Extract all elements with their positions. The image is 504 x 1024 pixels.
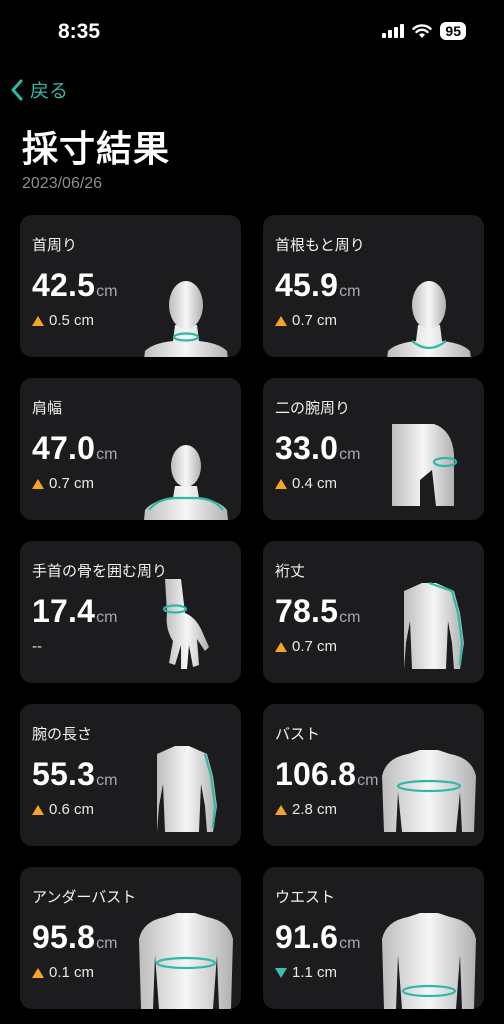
measurement-card-underbust[interactable]: アンダーバスト 95.8 cm 0.1 cm xyxy=(20,867,241,1009)
trend-up-icon xyxy=(32,478,44,489)
card-change: 0.7 cm xyxy=(275,638,337,655)
card-label: 腕の長さ xyxy=(32,725,93,743)
card-label: 首根もと周り xyxy=(275,236,365,254)
status-time: 8:35 xyxy=(58,20,101,43)
card-change: 0.6 cm xyxy=(32,801,94,818)
card-value: 95.8 xyxy=(32,919,96,955)
change-value: 0.1 cm xyxy=(49,964,95,981)
card-value-row: 78.5 cm xyxy=(275,593,360,630)
sleeve-length-figure-icon xyxy=(404,581,464,669)
underbust-figure-icon xyxy=(139,913,233,1009)
change-value: 0.7 cm xyxy=(292,638,338,655)
measurement-date: 2023/06/26 xyxy=(22,175,103,192)
measurement-card-neck-base[interactable]: 首根もと周り 45.9 cm 0.7 cm xyxy=(263,215,484,357)
neck-figure-icon xyxy=(144,281,228,357)
page-title: 採寸結果 xyxy=(22,129,171,170)
trend-up-icon xyxy=(275,478,287,489)
card-label: アンダーバスト xyxy=(32,888,137,906)
card-value-row: 95.8 cm xyxy=(32,919,117,956)
change-value: 0.7 cm xyxy=(292,312,338,329)
card-value-row: 33.0 cm xyxy=(275,430,360,467)
card-unit: cm xyxy=(339,935,361,952)
card-value: 91.6 xyxy=(275,919,339,955)
card-label: バスト xyxy=(275,725,321,743)
measurement-card-upper-arm[interactable]: 二の腕周り 33.0 cm 0.4 cm xyxy=(263,378,484,520)
back-label: 戻る xyxy=(30,80,69,102)
measurement-card-waist[interactable]: ウエスト 91.6 cm 1.1 cm xyxy=(263,867,484,1009)
card-unit: cm xyxy=(96,609,118,626)
trend-up-icon xyxy=(32,804,44,815)
card-unit: cm xyxy=(339,609,361,626)
card-change: 2.8 cm xyxy=(275,801,337,818)
card-value: 55.3 xyxy=(32,756,96,792)
status-bar: 8:35 95 xyxy=(0,0,504,60)
card-unit: cm xyxy=(96,772,118,789)
card-unit: cm xyxy=(339,283,361,300)
card-value-row: 55.3 cm xyxy=(32,756,117,793)
card-value: 106.8 xyxy=(275,756,357,792)
card-change: 0.4 cm xyxy=(275,475,337,492)
card-value-row: 17.4 cm xyxy=(32,593,117,630)
card-value: 45.9 xyxy=(275,267,339,303)
card-value: 78.5 xyxy=(275,593,339,629)
trend-up-icon xyxy=(32,315,44,326)
card-value: 42.5 xyxy=(32,267,96,303)
waist-figure-icon xyxy=(382,913,476,1009)
measurement-card-shoulder[interactable]: 肩幅 47.0 cm 0.7 cm xyxy=(20,378,241,520)
card-unit: cm xyxy=(96,446,118,463)
measurement-grid: 首周り 42.5 cm 0.5 cm 首根もと周り 45.9 cm 0.7 cm xyxy=(20,215,484,1009)
card-unit: cm xyxy=(96,935,118,952)
battery-level: 95 xyxy=(440,22,466,40)
neck-base-figure-icon xyxy=(387,281,471,357)
shoulder-figure-icon xyxy=(144,445,228,520)
card-value-row: 42.5 cm xyxy=(32,267,117,304)
card-change: 1.1 cm xyxy=(275,964,337,981)
back-button[interactable]: 戻る xyxy=(10,76,68,103)
trend-up-icon xyxy=(275,804,287,815)
card-label: 二の腕周り xyxy=(275,399,351,417)
change-value: 0.5 cm xyxy=(49,312,95,329)
measurement-card-arm-length[interactable]: 腕の長さ 55.3 cm 0.6 cm xyxy=(20,704,241,846)
change-value: -- xyxy=(32,638,42,655)
card-change: 0.5 cm xyxy=(32,312,94,329)
bust-figure-icon xyxy=(382,750,476,832)
measurement-card-neck[interactable]: 首周り 42.5 cm 0.5 cm xyxy=(20,215,241,357)
card-value-row: 106.8 cm xyxy=(275,756,378,793)
card-unit: cm xyxy=(339,446,361,463)
change-value: 1.1 cm xyxy=(292,964,338,981)
card-value-row: 91.6 cm xyxy=(275,919,360,956)
arm-length-figure-icon xyxy=(157,746,217,832)
card-change: 0.1 cm xyxy=(32,964,94,981)
card-label: 裄丈 xyxy=(275,562,306,580)
card-value-row: 45.9 cm xyxy=(275,267,360,304)
wifi-icon xyxy=(412,23,433,38)
measurement-card-bust[interactable]: バスト 106.8 cm 2.8 cm xyxy=(263,704,484,846)
card-label: ウエスト xyxy=(275,888,336,906)
measurement-card-sleeve-length[interactable]: 裄丈 78.5 cm 0.7 cm xyxy=(263,541,484,683)
card-change: 0.7 cm xyxy=(275,312,337,329)
wrist-figure-icon xyxy=(162,579,209,669)
change-value: 0.4 cm xyxy=(292,475,338,492)
card-value: 17.4 xyxy=(32,593,96,629)
card-change: 0.7 cm xyxy=(32,475,94,492)
chevron-left-icon xyxy=(11,79,23,100)
signal-icon xyxy=(382,24,405,38)
status-icons: 95 xyxy=(382,22,466,40)
change-value: 0.7 cm xyxy=(49,475,95,492)
upper-arm-figure-icon xyxy=(392,424,458,506)
card-value-row: 47.0 cm xyxy=(32,430,117,467)
card-unit: cm xyxy=(96,283,118,300)
card-value: 47.0 xyxy=(32,430,96,466)
change-value: 2.8 cm xyxy=(292,801,338,818)
trend-up-icon xyxy=(275,641,287,652)
card-value: 33.0 xyxy=(275,430,339,466)
card-label: 首周り xyxy=(32,236,78,254)
trend-up-icon xyxy=(32,967,44,978)
trend-down-icon xyxy=(275,967,287,978)
card-change: -- xyxy=(32,638,42,655)
change-value: 0.6 cm xyxy=(49,801,95,818)
card-label: 肩幅 xyxy=(32,399,63,417)
trend-up-icon xyxy=(275,315,287,326)
measurement-card-wrist[interactable]: 手首の骨を囲む周り 17.4 cm -- xyxy=(20,541,241,683)
